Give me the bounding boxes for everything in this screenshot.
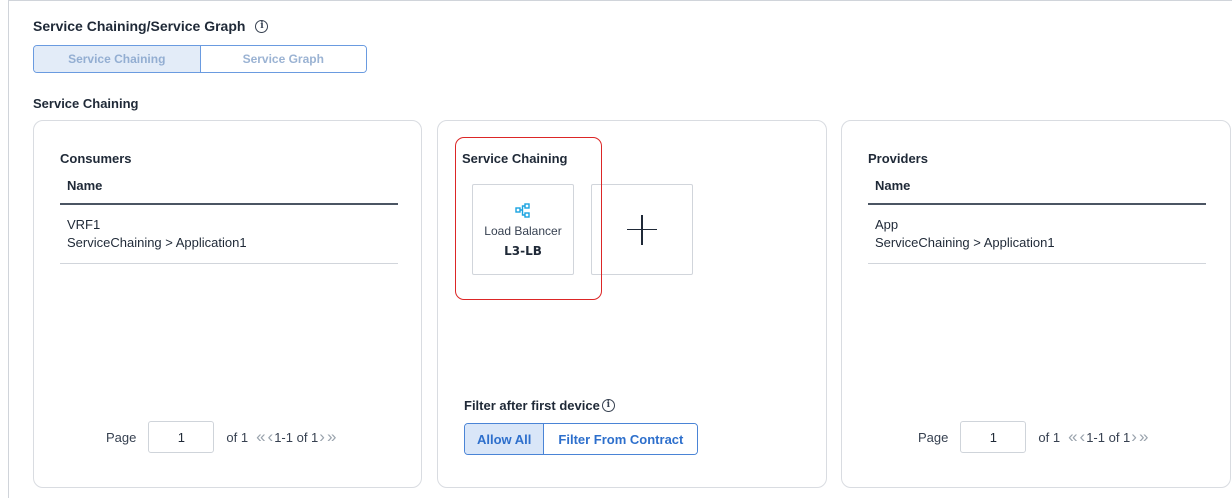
consumers-header-rule: [60, 203, 398, 205]
service-chaining-card: Service Chaining Load Balancer L3-LB Fil…: [437, 120, 827, 488]
next-page-icon[interactable]: ›: [1131, 427, 1137, 447]
next-page-icon[interactable]: ›: [319, 427, 325, 447]
page-of-label: of 1: [226, 429, 249, 445]
consumers-row-rule: [60, 263, 398, 264]
view-toggle: Service Chaining Service Graph: [33, 45, 367, 73]
filter-label: Filter after first device i: [464, 398, 615, 413]
last-page-icon[interactable]: »: [327, 427, 336, 447]
add-device-button[interactable]: [591, 184, 693, 275]
info-icon[interactable]: i: [255, 19, 269, 33]
page-range-label: 1-1 of 1: [1086, 429, 1131, 445]
filter-label-text: Filter after first device: [464, 398, 600, 413]
plus-icon: [627, 214, 657, 245]
provider-app: App: [875, 217, 899, 232]
providers-name-header: Name: [875, 178, 911, 193]
page-title: Service Chaining/Service Graph i: [33, 18, 269, 34]
filter-from-contract-button[interactable]: Filter From Contract: [544, 424, 698, 454]
providers-header-rule: [868, 203, 1206, 205]
device-name: L3-LB: [504, 244, 542, 258]
device-type-label: Load Balancer: [484, 224, 562, 238]
page-number-input[interactable]: 1: [148, 421, 215, 453]
consumers-title: Consumers: [60, 151, 132, 166]
consumers-card: Consumers Name VRF1 ServiceChaining > Ap…: [33, 120, 422, 488]
page-label: Page: [106, 429, 137, 445]
providers-pager: Page 1 of 1 « ‹ 1-1 of 1 › »: [918, 421, 1149, 453]
providers-row-rule: [868, 263, 1206, 264]
filter-info-icon[interactable]: i: [601, 399, 615, 412]
consumers-name-header: Name: [67, 178, 103, 193]
first-page-icon[interactable]: «: [256, 427, 265, 447]
page-title-text: Service Chaining/Service Graph: [33, 18, 246, 34]
service-chaining-toggle-button[interactable]: Service Chaining: [34, 46, 201, 72]
first-page-icon[interactable]: «: [1068, 427, 1077, 447]
allow-all-button[interactable]: Allow All: [465, 424, 545, 454]
load-balancer-tile[interactable]: Load Balancer L3-LB: [472, 184, 574, 275]
providers-card: Providers Name App ServiceChaining > App…: [841, 120, 1231, 488]
section-title: Service Chaining: [33, 96, 139, 111]
service-graph-toggle-button[interactable]: Service Graph: [200, 46, 366, 72]
service-chaining-title: Service Chaining: [462, 151, 568, 166]
page-of-label: of 1: [1038, 429, 1061, 445]
prev-page-icon[interactable]: ‹: [1080, 427, 1086, 447]
page-number-input[interactable]: 1: [960, 421, 1027, 453]
consumer-vrf: VRF1: [67, 217, 101, 232]
page-range-label: 1-1 of 1: [274, 429, 319, 445]
filter-toggle: Allow All Filter From Contract: [464, 423, 699, 455]
last-page-icon[interactable]: »: [1139, 427, 1148, 447]
provider-path: ServiceChaining > Application1: [875, 235, 1055, 250]
consumers-pager: Page 1 of 1 « ‹ 1-1 of 1 › »: [106, 421, 337, 453]
consumer-path: ServiceChaining > Application1: [67, 235, 247, 250]
page-label: Page: [918, 429, 949, 445]
providers-title: Providers: [868, 151, 928, 166]
prev-page-icon[interactable]: ‹: [268, 427, 274, 447]
load-balancer-icon: [515, 203, 530, 218]
